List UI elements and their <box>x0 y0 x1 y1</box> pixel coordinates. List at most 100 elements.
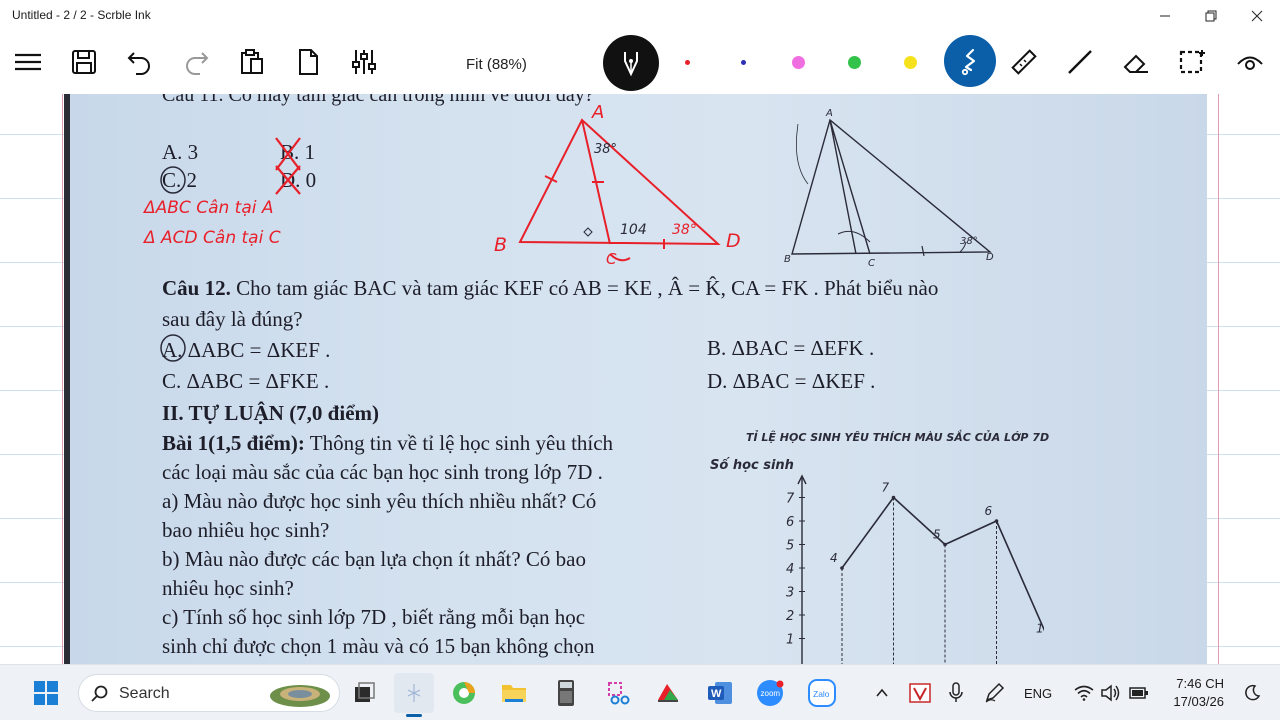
q12-prefix: Câu 12. <box>162 276 231 300</box>
clipboard-button[interactable] <box>230 40 274 84</box>
zoom-button[interactable]: zoom <box>750 673 790 713</box>
pen-menu-button[interactable] <box>974 673 1014 713</box>
annotation-label-b: B <box>494 234 508 256</box>
series-line <box>841 496 1044 632</box>
clipboard-icon <box>241 49 263 74</box>
figure-angle-label: 38° <box>960 236 978 247</box>
battery-plug-icon <box>1129 687 1148 699</box>
tray-overflow-button[interactable] <box>862 673 902 713</box>
close-button[interactable] <box>1234 0 1280 32</box>
q12-option-b: B. ΔBAC = ΔEFK . <box>707 336 875 360</box>
pen-color-pink[interactable] <box>792 56 805 69</box>
bai1-line2: a) Màu nào được học sinh yêu thích nhiều… <box>162 489 597 513</box>
undo-button[interactable] <box>118 40 162 84</box>
title-bar: Untitled - 2 / 2 - Scrble Ink <box>0 0 1280 32</box>
figure-label-b: B <box>784 254 791 265</box>
data-label: 1 <box>1036 622 1044 636</box>
microphone-button[interactable] <box>936 673 976 713</box>
view-button[interactable] <box>1228 40 1272 84</box>
clock[interactable]: 7:46 CH 17/03/26 <box>1173 675 1224 711</box>
y-tick-label: 3 <box>786 586 794 601</box>
taskbar-search[interactable]: Search <box>78 674 340 712</box>
lasso-icon <box>961 48 976 76</box>
pen-color-green[interactable] <box>848 56 861 69</box>
eye-icon <box>1237 56 1263 70</box>
start-button[interactable] <box>26 673 66 713</box>
figure-label-c: C <box>868 258 875 269</box>
restore-button[interactable] <box>1188 0 1234 32</box>
clock-time: 7:46 CH <box>1176 676 1224 691</box>
file-explorer-button[interactable] <box>494 673 534 713</box>
line-icon <box>1068 50 1092 74</box>
microphone-icon <box>949 682 963 702</box>
v-app-icon <box>909 683 931 703</box>
fountain-pen-icon <box>624 52 638 77</box>
task-view-button[interactable] <box>344 673 384 713</box>
bai1-prefix: Bài 1(1,5 điểm): <box>162 431 305 455</box>
photos-button[interactable] <box>648 673 688 713</box>
new-page-button[interactable] <box>286 40 330 84</box>
language-indicator[interactable]: ENG <box>1024 686 1052 701</box>
bai1-line3: bao nhiêu học sinh? <box>162 518 330 542</box>
select-button[interactable] <box>1170 40 1214 84</box>
file-explorer-icon <box>502 685 526 702</box>
task-view-icon <box>355 682 375 702</box>
tray-app-button[interactable] <box>900 673 940 713</box>
word-icon: W <box>708 682 732 704</box>
search-icon <box>91 685 108 702</box>
annotation-label-a: A <box>592 102 605 123</box>
fountain-pen-button[interactable] <box>603 35 659 91</box>
zoom-level[interactable]: Fit (88%) <box>466 56 527 73</box>
undo-icon <box>127 52 150 75</box>
y-tick-label: 2 <box>786 609 794 624</box>
chart-title: TỈ LỆ HỌC SINH YÊU THÍCH MÀU SẮC CỦA LỚP… <box>746 431 1050 444</box>
annotation-label-c: C <box>606 250 617 268</box>
minimize-button[interactable] <box>1142 0 1188 32</box>
figure-label-d: D <box>986 252 994 263</box>
svg-text:W: W <box>711 688 722 700</box>
window-title: Untitled - 2 / 2 - Scrble Ink <box>12 8 151 22</box>
annotation-line2: Δ ACD Cân tại C <box>144 228 281 248</box>
redo-button[interactable] <box>174 40 218 84</box>
q12-line2: sau đây là đúng? <box>162 307 303 331</box>
data-label: 4 <box>830 551 838 565</box>
pen-color-red[interactable] <box>685 60 690 65</box>
line-tool-button[interactable] <box>1058 40 1102 84</box>
snipping-icon <box>608 682 630 705</box>
word-button[interactable]: W <box>700 673 740 713</box>
y-tick-label: 4 <box>786 562 794 577</box>
q12-text: Cho tam giác BAC và tam giác KEF có AB =… <box>236 276 939 300</box>
save-button[interactable] <box>62 40 106 84</box>
menu-button[interactable] <box>6 40 50 84</box>
zoom-icon: zoom <box>757 680 784 706</box>
svg-text:zoom: zoom <box>761 689 781 698</box>
zalo-button[interactable]: Zalo <box>802 673 842 713</box>
data-label: 6 <box>985 504 993 518</box>
moon-icon <box>1245 684 1261 701</box>
ruler-icon <box>1011 49 1037 75</box>
pen-color-yellow[interactable] <box>904 56 917 69</box>
lasso-select-button[interactable] <box>944 35 996 87</box>
scrble-ink-taskbar-button[interactable] <box>394 673 434 717</box>
y-tick-label: 6 <box>786 515 794 530</box>
settings-button[interactable] <box>342 40 386 84</box>
windows-start-icon <box>34 681 58 705</box>
data-point <box>840 566 844 570</box>
battery-button[interactable] <box>1118 673 1158 713</box>
snipping-tool-button[interactable] <box>598 673 638 713</box>
ruler-button[interactable] <box>1002 40 1046 84</box>
calculator-button[interactable] <box>546 673 586 713</box>
browser-button[interactable] <box>444 673 484 713</box>
menu-icon <box>15 53 41 71</box>
pen-color-blue[interactable] <box>741 60 746 65</box>
ink-canvas[interactable]: Câu 11. Có mấy tam giác cân trong hình v… <box>0 94 1280 664</box>
chevron-up-icon <box>876 688 888 697</box>
bai1-line4: b) Màu nào được các bạn lựa chọn ít nhất… <box>162 547 586 571</box>
data-point <box>891 495 896 500</box>
notifications-button[interactable] <box>1232 673 1272 713</box>
eraser-button[interactable] <box>1114 40 1158 84</box>
annotation-angle-mid: 104 <box>620 222 647 238</box>
data-point <box>994 519 999 523</box>
page-icon <box>299 49 318 75</box>
speaker-icon <box>1101 684 1120 702</box>
